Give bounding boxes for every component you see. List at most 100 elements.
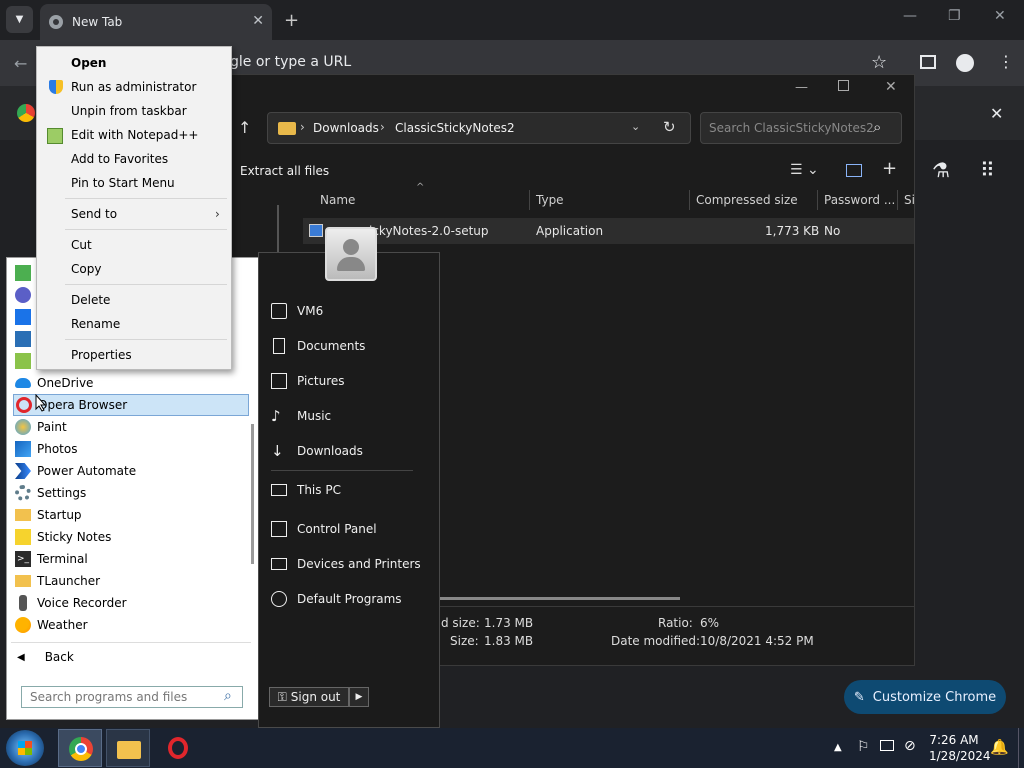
new-tab-button[interactable]: + xyxy=(284,10,299,31)
printer-icon xyxy=(271,558,287,570)
display-icon[interactable] xyxy=(880,740,894,751)
close-banner-icon[interactable]: ✕ xyxy=(990,104,1003,123)
menu-item-add-favorites[interactable]: Add to Favorites xyxy=(71,148,168,170)
tab-search-button[interactable]: ▼ xyxy=(6,6,33,33)
place-vm6[interactable]: VM6 xyxy=(271,299,323,323)
program-paint[interactable]: Paint xyxy=(13,416,249,438)
program-weather[interactable]: Weather xyxy=(13,614,249,636)
programs-scrollbar[interactable] xyxy=(251,424,254,564)
horizontal-scrollbar[interactable] xyxy=(440,597,680,600)
column-compressed-size[interactable]: Compressed size xyxy=(696,186,798,214)
app-icon xyxy=(15,265,31,281)
back-label: Back xyxy=(44,650,74,664)
chevron-down-icon[interactable]: ⌄ xyxy=(631,120,640,133)
start-orb-button[interactable] xyxy=(6,730,44,766)
globe-icon xyxy=(271,591,287,607)
place-downloads[interactable]: ↓ Downloads xyxy=(271,439,363,463)
action-center-flag-icon[interactable]: ⚐ xyxy=(857,739,870,755)
program-startup[interactable]: Startup xyxy=(13,504,249,526)
column-type[interactable]: Type xyxy=(536,186,564,214)
menu-item-cut[interactable]: Cut xyxy=(71,234,92,256)
column-separator[interactable] xyxy=(529,190,530,210)
breadcrumb-folder[interactable]: ClassicStickyNotes2 xyxy=(395,121,515,135)
column-separator[interactable] xyxy=(897,190,898,210)
minimize-icon[interactable]: — xyxy=(903,8,917,24)
address-bar[interactable]: › Downloads › ClassicStickyNotes2 ⌄ ↻ xyxy=(267,112,691,144)
restore-icon[interactable]: ❐ xyxy=(948,8,961,24)
column-size[interactable]: Si xyxy=(904,186,914,214)
program-photos[interactable]: Photos xyxy=(13,438,249,460)
back-arrow-icon[interactable]: ← xyxy=(14,54,27,73)
place-devices-printers[interactable]: Devices and Printers xyxy=(271,552,421,576)
explorer-maximize-icon[interactable] xyxy=(838,80,849,91)
more-options-icon[interactable]: ⋮ xyxy=(998,52,1014,71)
menu-item-open[interactable]: Open xyxy=(71,52,106,74)
place-music[interactable]: ♪ Music xyxy=(271,404,331,428)
apps-grid-icon[interactable]: ⠿ xyxy=(980,158,995,182)
start-search-input[interactable]: Search programs and files ⌕ xyxy=(21,686,243,708)
column-password[interactable]: Password ... xyxy=(824,186,895,214)
program-settings[interactable]: Settings xyxy=(13,482,249,504)
file-row[interactable]: ickyNotes-2.0-setup Application 1,773 KB… xyxy=(303,218,914,244)
taskbar-explorer[interactable] xyxy=(106,729,150,767)
program-power-automate[interactable]: Power Automate xyxy=(13,460,249,482)
show-hidden-icons-icon[interactable]: ▲ xyxy=(834,742,842,753)
menu-item-copy[interactable]: Copy xyxy=(71,258,101,280)
taskbar-opera[interactable] xyxy=(156,729,200,767)
clock[interactable]: 7:26 AM 1/28/2024 xyxy=(929,733,991,763)
taskbar-chrome[interactable] xyxy=(58,729,102,767)
column-name[interactable]: Name xyxy=(320,186,355,214)
network-icon[interactable]: ⊘ xyxy=(904,738,916,754)
tab-new-tab[interactable]: New Tab ✕ xyxy=(40,4,272,40)
shutdown-options-button[interactable]: ▶ xyxy=(349,687,369,707)
program-terminal[interactable]: >_ Terminal xyxy=(13,548,249,570)
explorer-close-icon[interactable]: ✕ xyxy=(885,79,897,95)
extract-all-button[interactable]: Extract all files xyxy=(240,164,329,178)
places-divider xyxy=(271,470,413,471)
place-control-panel[interactable]: Control Panel xyxy=(271,517,377,541)
side-panel-icon[interactable] xyxy=(920,55,936,69)
show-desktop-button[interactable] xyxy=(1018,728,1019,768)
program-opera[interactable]: Opera Browser xyxy=(13,394,249,416)
refresh-icon[interactable]: ↻ xyxy=(663,118,676,136)
program-tlauncher[interactable]: TLauncher xyxy=(13,570,249,592)
file-password: No xyxy=(824,224,841,238)
menu-item-properties[interactable]: Properties xyxy=(71,344,132,366)
details-pane-icon[interactable] xyxy=(846,164,862,177)
place-pictures[interactable]: Pictures xyxy=(271,369,345,393)
menu-item-unpin-taskbar[interactable]: Unpin from taskbar xyxy=(71,100,187,122)
menu-item-delete[interactable]: Delete xyxy=(71,289,110,311)
view-options-icon[interactable]: ☰ ⌄ xyxy=(790,162,819,178)
star-icon[interactable]: ☆ xyxy=(871,52,887,73)
place-documents[interactable]: Documents xyxy=(271,334,365,358)
sign-out-button[interactable]: ⚿ Sign out xyxy=(269,687,349,707)
place-default-programs[interactable]: Default Programs xyxy=(271,587,402,611)
explorer-minimize-icon[interactable]: — xyxy=(795,80,808,95)
opera-icon xyxy=(168,737,188,759)
place-this-pc[interactable]: This PC xyxy=(271,478,341,502)
user-avatar[interactable] xyxy=(325,227,377,281)
menu-item-rename[interactable]: Rename xyxy=(71,313,120,335)
program-onedrive[interactable]: OneDrive xyxy=(13,372,249,394)
add-icon[interactable]: + xyxy=(882,158,897,179)
menu-item-send-to[interactable]: Send to xyxy=(71,203,117,225)
breadcrumb-downloads[interactable]: Downloads xyxy=(313,121,379,135)
up-arrow-icon[interactable]: ↑ xyxy=(238,118,251,137)
folder-icon xyxy=(15,575,31,587)
back-button[interactable]: ◀ Back xyxy=(17,650,74,664)
profile-icon[interactable] xyxy=(956,54,974,72)
menu-item-pin-start[interactable]: Pin to Start Menu xyxy=(71,172,175,194)
programs-divider xyxy=(11,642,251,643)
menu-item-run-as-admin[interactable]: Run as administrator xyxy=(71,76,196,98)
column-separator[interactable] xyxy=(689,190,690,210)
customize-chrome-button[interactable]: ✎ Customize Chrome xyxy=(844,680,1006,714)
notification-bell-icon[interactable]: 🔔 xyxy=(990,738,1009,756)
close-icon[interactable]: ✕ xyxy=(252,13,264,29)
labs-flask-icon[interactable]: ⚗ xyxy=(932,158,950,182)
column-separator[interactable] xyxy=(817,190,818,210)
close-window-icon[interactable]: ✕ xyxy=(994,8,1006,24)
menu-item-edit-notepadpp[interactable]: Edit with Notepad++ xyxy=(71,124,198,146)
program-sticky-notes[interactable]: Sticky Notes xyxy=(13,526,249,548)
explorer-search[interactable]: Search ClassicStickyNotes2 ⌕ xyxy=(700,112,902,144)
program-voice-recorder[interactable]: Voice Recorder xyxy=(13,592,249,614)
